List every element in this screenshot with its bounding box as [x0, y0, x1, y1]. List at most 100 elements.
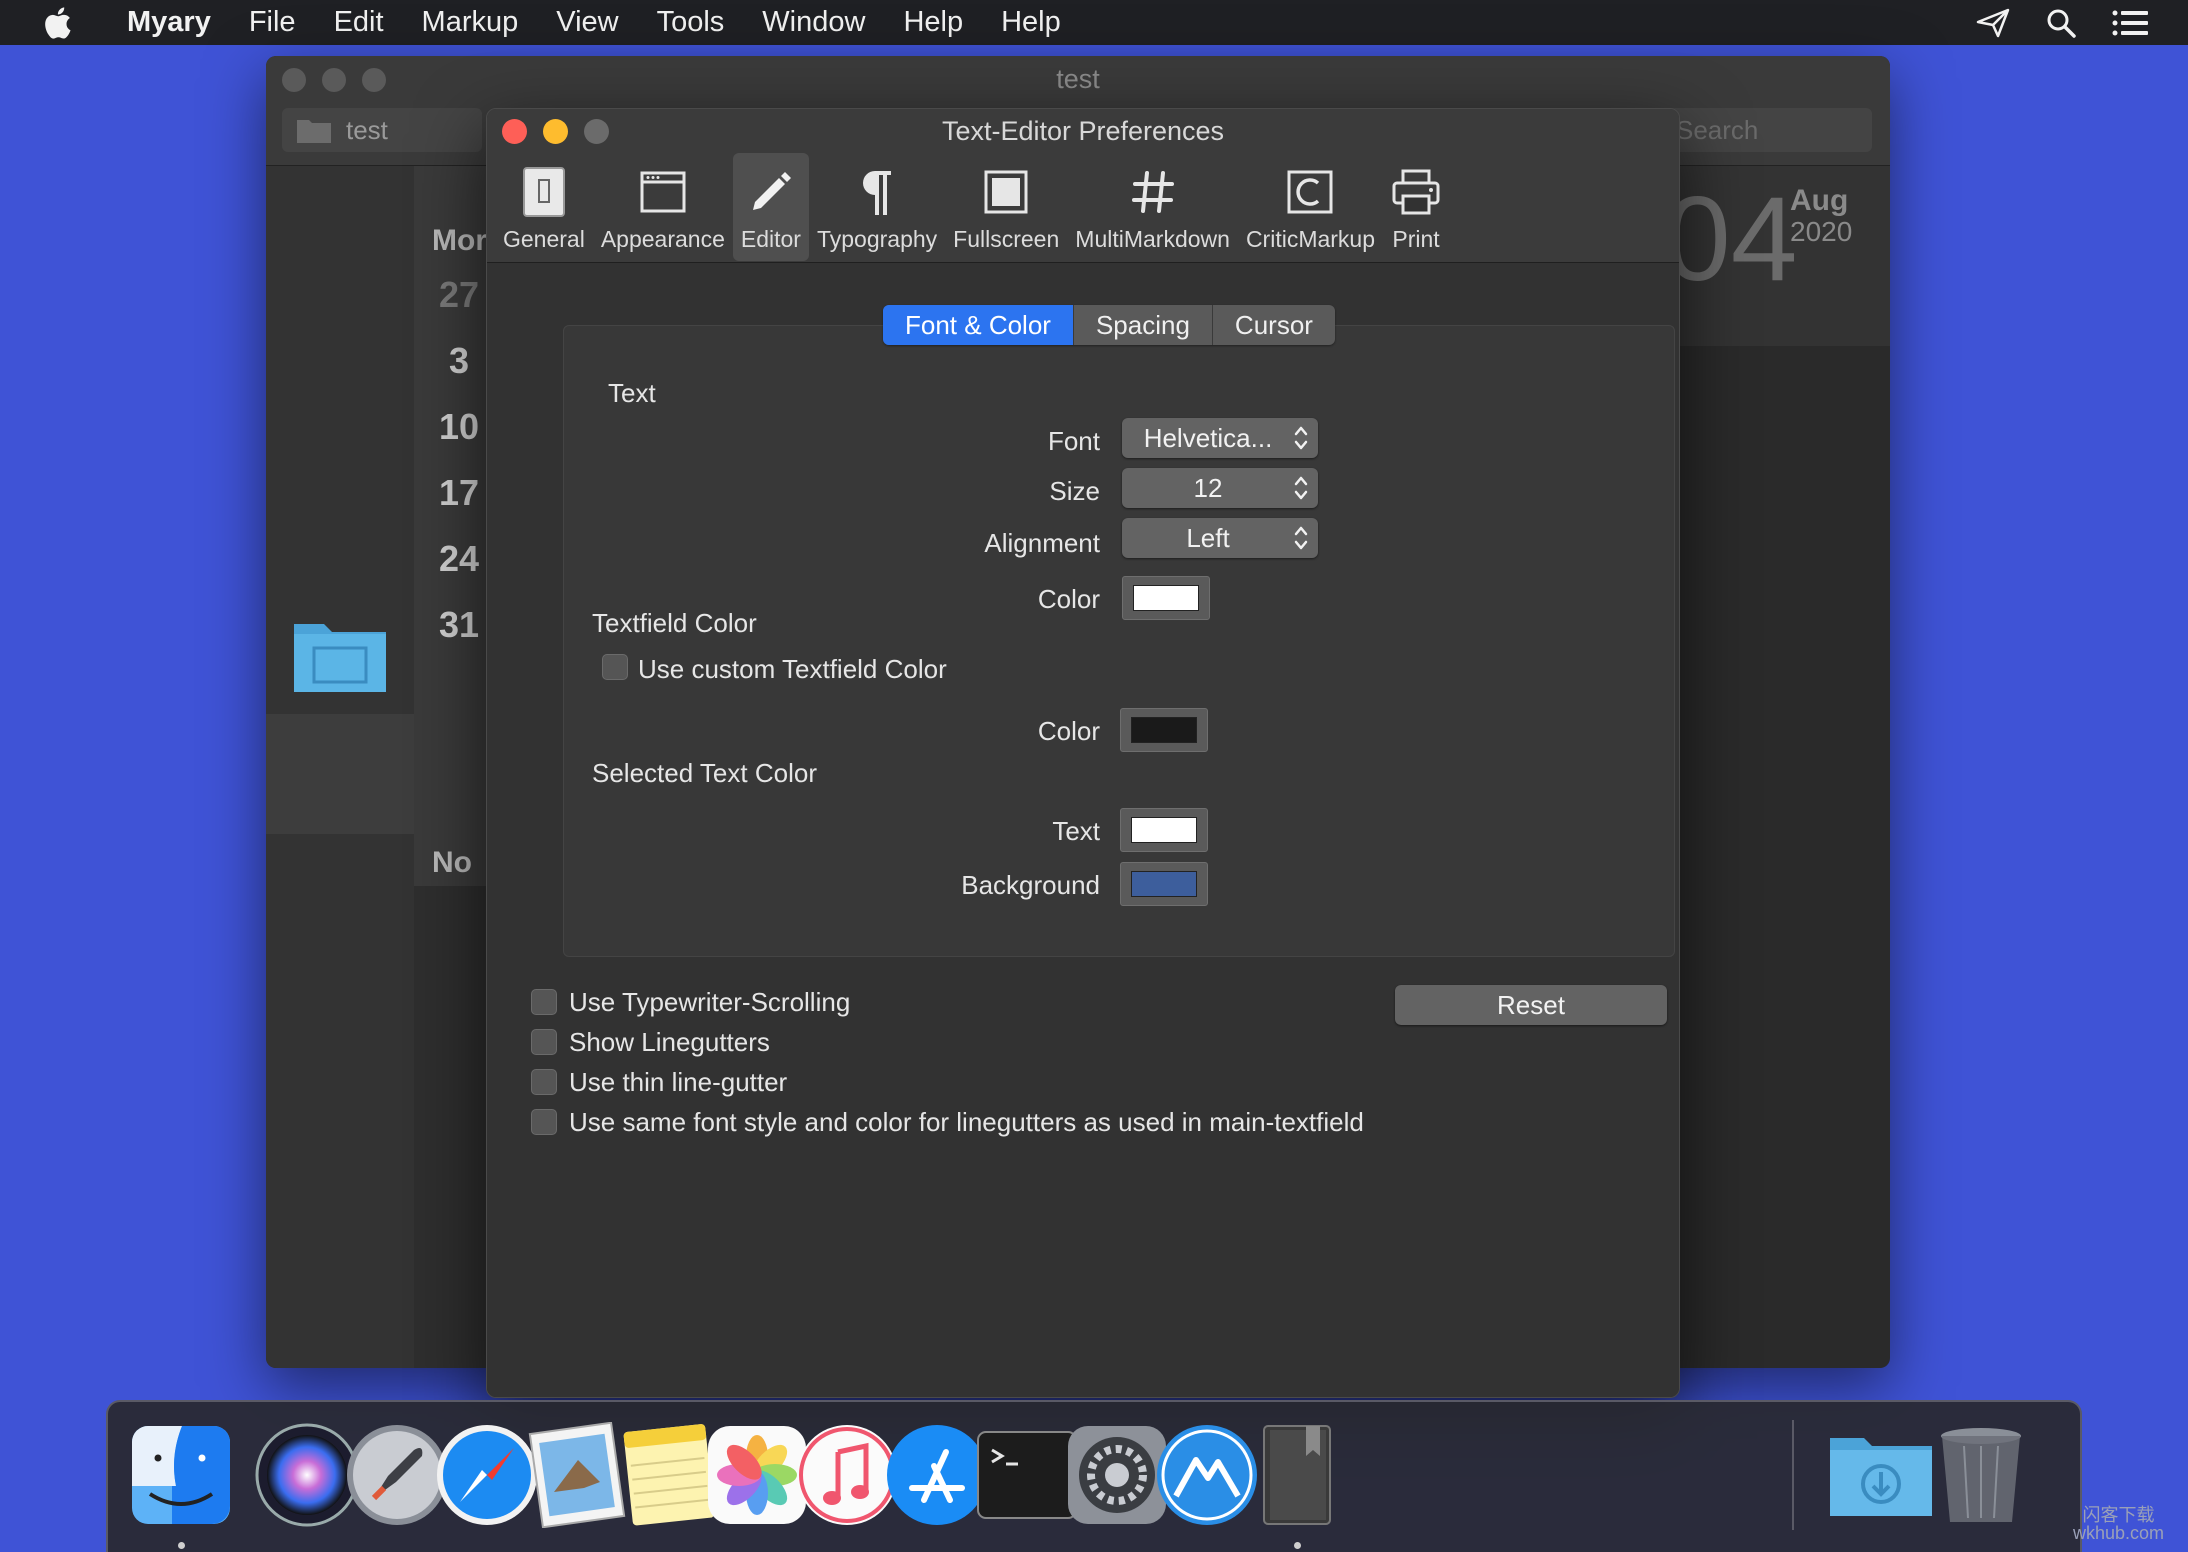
notification-center-icon[interactable]	[2112, 10, 2148, 36]
tab-criticmarkup-label: CriticMarkup	[1245, 226, 1376, 252]
running-indicator	[178, 1542, 185, 1549]
trash-icon[interactable]	[1928, 1422, 2034, 1528]
tab-print[interactable]: Print	[1383, 153, 1449, 261]
textfield-color-well[interactable]	[1120, 708, 1208, 752]
prefs-window-title: Text-Editor Preferences	[941, 116, 1225, 146]
selected-background-color-well[interactable]	[1120, 862, 1208, 906]
stepper-chevrons-icon	[1294, 526, 1308, 550]
menu-edit[interactable]: Edit	[315, 0, 403, 45]
text-color-well[interactable]	[1122, 576, 1210, 620]
tab-editor-label: Editor	[740, 226, 801, 252]
year-label: 2020	[1790, 216, 1853, 247]
downloads-folder-icon[interactable]	[1828, 1422, 1934, 1528]
font-label: Font	[1047, 426, 1100, 456]
dock-separator	[1792, 1420, 1794, 1530]
show-linegutters-checkbox[interactable]	[531, 1029, 557, 1055]
tab-multimarkdown[interactable]: MultiMarkdown	[1067, 153, 1238, 261]
main-search-field[interactable]: Search	[1662, 108, 1872, 152]
thin-line-gutter-checkbox[interactable]	[531, 1069, 557, 1095]
menu-help-2[interactable]: Help	[982, 0, 1080, 45]
calendar-day[interactable]: 31	[424, 604, 494, 646]
tab-general-label: General	[503, 226, 585, 252]
menu-help[interactable]: Help	[884, 0, 982, 45]
book-icon[interactable]	[1244, 1422, 1350, 1528]
tab-print-label: Print	[1392, 226, 1440, 252]
pilcrow-icon	[859, 162, 895, 222]
calendar-day[interactable]: 10	[424, 406, 494, 448]
calendar-day[interactable]: 17	[424, 472, 494, 514]
journal-folder-icon[interactable]	[292, 618, 388, 694]
alignment-popup[interactable]: Left	[1122, 518, 1318, 558]
segment-spacing[interactable]: Spacing	[1074, 305, 1213, 345]
notes-header: No	[432, 846, 472, 879]
same-font-style-checkbox[interactable]	[531, 1109, 557, 1135]
finder-icon[interactable]	[128, 1422, 234, 1528]
text-section-heading: Text	[608, 378, 656, 408]
thin-line-gutter-label: Use thin line-gutter	[569, 1067, 788, 1097]
running-indicator	[1294, 1542, 1301, 1549]
sidebar-selected-row[interactable]	[266, 714, 414, 834]
criticmarkup-icon	[1286, 162, 1334, 222]
color-fill	[1131, 717, 1197, 743]
color-fill	[1131, 817, 1197, 843]
prefs-toolbar: General Appearance Editor Typography Ful…	[495, 153, 1449, 261]
hash-icon	[1130, 162, 1176, 222]
selected-text-color-label: Text	[1052, 816, 1100, 846]
calendar-day[interactable]: 24	[424, 538, 494, 580]
reset-button[interactable]: Reset	[1395, 985, 1667, 1025]
tab-multimarkdown-label: MultiMarkdown	[1075, 226, 1230, 252]
selected-text-color-well[interactable]	[1120, 808, 1208, 852]
selected-background-color-label: Background	[961, 870, 1100, 900]
tab-criticmarkup[interactable]: CriticMarkup	[1238, 153, 1383, 261]
journal-name: test	[346, 114, 388, 145]
typewriter-scrolling-checkbox[interactable]	[531, 989, 557, 1015]
custom-textfield-color-checkbox[interactable]	[602, 654, 628, 680]
segment-cursor[interactable]: Cursor	[1213, 305, 1335, 345]
tab-general[interactable]: General	[495, 153, 593, 261]
menu-file[interactable]: File	[230, 0, 315, 45]
spotlight-search-icon[interactable]	[2046, 8, 2076, 38]
menu-window[interactable]: Window	[743, 0, 884, 45]
menubar-extras	[1976, 0, 2148, 45]
color-fill	[1131, 871, 1197, 897]
fullscreen-icon	[983, 162, 1029, 222]
appearance-icon	[639, 162, 687, 222]
alignment-label: Alignment	[984, 528, 1100, 558]
size-value: 12	[1193, 472, 1223, 503]
tab-typography-label: Typography	[816, 226, 938, 252]
size-popup[interactable]: 12	[1122, 468, 1318, 508]
editor-segmented-control: Font & Color Spacing Cursor	[883, 305, 1335, 345]
show-linegutters-label: Show Linegutters	[569, 1027, 770, 1057]
segment-font-color[interactable]: Font & Color	[883, 305, 1074, 345]
color-fill	[1133, 585, 1199, 611]
tab-appearance[interactable]: Appearance	[593, 153, 733, 261]
font-popup[interactable]: Helvetica...	[1122, 418, 1318, 458]
tab-fullscreen[interactable]: Fullscreen	[945, 153, 1067, 261]
textfield-color-label: Color	[1037, 716, 1100, 746]
menu-bar: Myary File Edit Markup View Tools Window…	[0, 0, 2188, 45]
calendar-day[interactable]: 3	[424, 340, 494, 382]
journal-selector[interactable]: test	[282, 108, 482, 152]
alignment-value: Left	[1186, 522, 1230, 553]
selected-text-section-heading: Selected Text Color	[592, 758, 817, 788]
watermark: 闪客下载 wkhub.com	[2073, 1506, 2164, 1542]
textfield-section-heading: Textfield Color	[592, 608, 757, 638]
watermark-line-1: 闪客下载	[2082, 1505, 2155, 1525]
stepper-chevrons-icon	[1294, 426, 1308, 450]
font-color-group: Text Font Helvetica... Size 12 Alignment…	[563, 325, 1675, 957]
apple-menu-icon[interactable]	[38, 3, 78, 43]
calendar-day[interactable]: 27	[424, 274, 494, 316]
menu-app-name[interactable]: Myary	[108, 0, 230, 45]
size-label: Size	[1049, 476, 1100, 506]
big-day-number: 04	[1664, 172, 1798, 306]
custom-textfield-color-label: Use custom Textfield Color	[638, 654, 947, 684]
menu-markup[interactable]: Markup	[403, 0, 538, 45]
tab-editor[interactable]: Editor	[732, 153, 809, 261]
prefs-content: Text Font Helvetica... Size 12 Alignment…	[487, 263, 1679, 1397]
menu-tools[interactable]: Tools	[638, 0, 744, 45]
typewriter-scrolling-label: Use Typewriter-Scrolling	[569, 987, 851, 1017]
tab-typography[interactable]: Typography	[809, 153, 945, 261]
prefs-titlebar: Text-Editor Preferences General Appearan…	[487, 109, 1679, 263]
menu-view[interactable]: View	[537, 0, 637, 45]
location-arrow-icon[interactable]	[1976, 8, 2010, 38]
